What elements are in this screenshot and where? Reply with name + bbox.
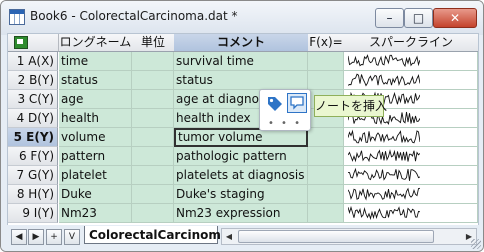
cell-long-name[interactable]: pattern bbox=[59, 147, 132, 166]
select-all-corner[interactable] bbox=[8, 34, 59, 52]
next-sheet-button[interactable]: ▶ bbox=[28, 229, 44, 245]
insert-note-tooltip: ノートを挿入 bbox=[314, 95, 387, 117]
cell-long-name[interactable]: platelet bbox=[59, 166, 132, 185]
cell-sparkline[interactable] bbox=[344, 204, 478, 223]
cell-fx[interactable] bbox=[308, 185, 344, 204]
cell-fx[interactable] bbox=[308, 52, 344, 71]
cell-long-name[interactable]: Duke bbox=[59, 185, 132, 204]
workbook-icon[interactable] bbox=[9, 9, 25, 25]
tag-icon[interactable] bbox=[266, 95, 284, 113]
table-row: 3 C(Y) age age at diagnosis bbox=[8, 90, 478, 109]
title-bar[interactable]: Book6 - ColorectalCarcinoma.dat * – □ ✕ bbox=[1, 1, 483, 35]
cell-sparkline[interactable] bbox=[344, 128, 478, 147]
insert-note-icon[interactable] bbox=[287, 93, 307, 113]
cell-units[interactable] bbox=[132, 166, 174, 185]
table-row: 6 F(Y) pattern pathologic pattern bbox=[8, 147, 478, 166]
row-header[interactable]: 6 F(Y) bbox=[8, 147, 58, 166]
cell-sparkline[interactable] bbox=[344, 52, 478, 71]
cell-comment[interactable]: pathologic pattern bbox=[174, 147, 308, 166]
maximize-button[interactable]: □ bbox=[404, 8, 433, 28]
scroll-left-arrow[interactable]: ◀ bbox=[222, 229, 236, 244]
cell-comment[interactable]: Nm23 expression bbox=[174, 204, 308, 223]
worksheet-select-all-icon bbox=[14, 36, 28, 49]
row-header[interactable]: 2 B(Y) bbox=[8, 71, 58, 90]
sparkline-graph bbox=[348, 149, 420, 163]
row-header[interactable]: 5 E(Y) bbox=[8, 128, 58, 147]
cell-sparkline[interactable] bbox=[344, 185, 478, 204]
cell-fx[interactable] bbox=[308, 204, 344, 223]
column-header-comments[interactable]: コメント bbox=[174, 34, 309, 52]
table-row: 1 A(X) time survival time bbox=[8, 52, 478, 71]
cell-units[interactable] bbox=[132, 71, 174, 90]
table-row: 8 H(Y) Duke Duke's staging bbox=[8, 185, 478, 204]
worksheet-grid: ロングネーム 単位 コメント F(x)= スパークライン 1 A(X) time s… bbox=[7, 33, 479, 227]
resize-grip-icon[interactable] bbox=[471, 239, 481, 249]
cell-fx[interactable] bbox=[308, 128, 344, 147]
sheet-bar: ◀ ▶ + V ColorectalCarcinoma ◀ ▶ bbox=[1, 225, 483, 251]
row-header[interactable]: 7 G(Y) bbox=[8, 166, 58, 185]
cell-long-name[interactable]: time bbox=[59, 52, 132, 71]
cell-sparkline[interactable] bbox=[344, 166, 478, 185]
minimize-button[interactable]: – bbox=[375, 8, 404, 28]
cell-units[interactable] bbox=[132, 204, 174, 223]
prev-sheet-button[interactable]: ◀ bbox=[11, 229, 27, 245]
table-row: 5 E(Y) volume tumor volume bbox=[8, 128, 478, 147]
workbook-window: Book6 - ColorectalCarcinoma.dat * – □ ✕ … bbox=[0, 0, 484, 252]
cell-units[interactable] bbox=[132, 147, 174, 166]
cell-units[interactable] bbox=[132, 128, 174, 147]
more-options[interactable]: • • • bbox=[260, 118, 310, 129]
row-header[interactable]: 1 A(X) bbox=[8, 52, 58, 71]
cell-units[interactable] bbox=[132, 90, 174, 109]
table-row: 7 G(Y) platelet platelets at diagnosis bbox=[8, 166, 478, 185]
sparkline-graph bbox=[348, 54, 420, 68]
cell-long-name[interactable]: volume bbox=[59, 128, 132, 147]
mini-toolbar: • • • bbox=[259, 89, 311, 131]
sparkline-graph bbox=[348, 205, 420, 221]
cell-long-name[interactable]: status bbox=[59, 71, 132, 90]
cell-long-name[interactable]: age bbox=[59, 90, 132, 109]
table-row: 4 D(Y) health health index bbox=[8, 109, 478, 128]
window-title: Book6 - ColorectalCarcinoma.dat * bbox=[30, 9, 238, 23]
column-header-sparklines[interactable]: スパークライン bbox=[344, 34, 478, 52]
horizontal-scrollbar[interactable]: ◀ ▶ bbox=[221, 228, 477, 245]
cell-units[interactable] bbox=[132, 185, 174, 204]
column-header-fx[interactable]: F(x)= bbox=[308, 34, 345, 52]
add-sheet-button[interactable]: + bbox=[46, 229, 62, 245]
cell-sparkline[interactable] bbox=[344, 147, 478, 166]
row-header[interactable]: 9 I(Y) bbox=[8, 204, 58, 223]
cell-fx[interactable] bbox=[308, 147, 344, 166]
cell-comment[interactable]: platelets at diagnosis bbox=[174, 166, 308, 185]
row-header[interactable]: 4 D(Y) bbox=[8, 109, 58, 128]
row-header[interactable]: 8 H(Y) bbox=[8, 185, 58, 204]
cell-units[interactable] bbox=[132, 109, 174, 128]
table-row: 2 B(Y) status status bbox=[8, 71, 478, 90]
sheet-list-button[interactable]: V bbox=[64, 229, 80, 245]
row-header[interactable]: 3 C(Y) bbox=[8, 90, 58, 109]
cell-comment[interactable]: status bbox=[174, 71, 308, 90]
sparkline-graph bbox=[348, 167, 420, 181]
sheet-tab-colorectalcarcinoma[interactable]: ColorectalCarcinoma bbox=[84, 226, 229, 244]
sparkline-graph bbox=[348, 73, 420, 87]
close-button[interactable]: ✕ bbox=[433, 8, 477, 28]
cell-long-name[interactable]: health bbox=[59, 109, 132, 128]
scroll-thumb[interactable] bbox=[238, 230, 434, 243]
cell-fx[interactable] bbox=[308, 71, 344, 90]
cell-comment[interactable]: survival time bbox=[174, 52, 308, 71]
cell-fx[interactable] bbox=[308, 166, 344, 185]
cell-long-name[interactable]: Nm23 bbox=[59, 204, 132, 223]
cell-units[interactable] bbox=[132, 52, 174, 71]
table-row: 9 I(Y) Nm23 Nm23 expression bbox=[8, 204, 478, 223]
column-header-units[interactable]: 単位 bbox=[132, 34, 175, 52]
sparkline-graph bbox=[348, 187, 420, 201]
cell-comment[interactable]: Duke's staging bbox=[174, 185, 308, 204]
column-header-long-name[interactable]: ロングネーム bbox=[59, 34, 133, 52]
cell-sparkline[interactable] bbox=[344, 71, 478, 90]
sparkline-graph bbox=[348, 129, 420, 144]
